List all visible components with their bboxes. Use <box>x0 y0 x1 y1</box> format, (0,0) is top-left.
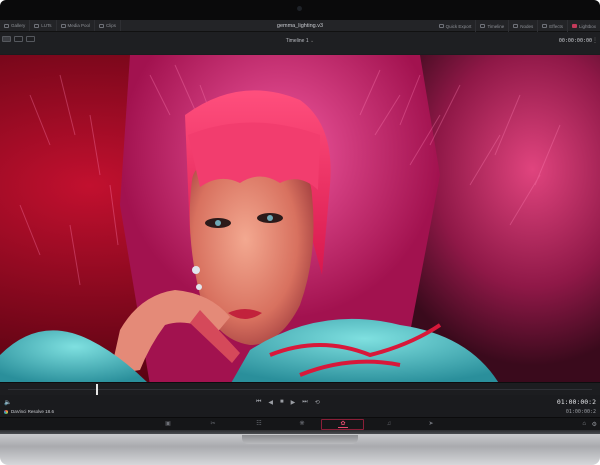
toolbar-quick-export-button[interactable]: Quick Export <box>435 20 477 32</box>
app-name: DaVinci Resolve 18.6 <box>4 409 54 414</box>
gear-icon[interactable]: ⚙ <box>592 421 597 428</box>
edit-page-icon[interactable]: ☷ <box>254 421 264 428</box>
home-icon[interactable]: ⌂ <box>582 421 586 427</box>
toolbar-media-pool-button[interactable]: Media Pool <box>57 20 96 31</box>
toolbar-timeline-label: Timeline <box>487 23 505 29</box>
speaker-icon[interactable]: 🔈 <box>4 399 11 406</box>
fusion-page-icon[interactable]: ❋ <box>297 421 307 428</box>
media-pool-icon <box>60 23 66 28</box>
page-navigation: ▣ ✂ ☷ ❋ ✿ ♫ ➤ ⌂ ⚙ <box>0 417 600 430</box>
chevron-down-icon: ⌄ <box>310 38 315 44</box>
laptop-bezel: Gallery LUTs Media Pool Clips gemma_ligh… <box>0 0 600 432</box>
timeline-selector[interactable]: Timeline 1 ⌄ <box>0 38 600 44</box>
toolbar-effects-button[interactable]: Effects <box>538 20 568 32</box>
viewer-image <box>0 55 600 382</box>
skip-back-icon[interactable]: ⏮ <box>256 399 261 406</box>
more-options-icon[interactable]: ⋮ <box>592 37 598 44</box>
toolbar-right-group: Quick Export Timeline Nodes Effects Ligh… <box>435 20 600 32</box>
app-screen: Gallery LUTs Media Pool Clips gemma_ligh… <box>0 20 600 430</box>
viewer-header: Timeline 1 ⌄ 00:00:00:00 ⋮ <box>0 32 600 54</box>
toolbar-lightbox-button[interactable]: Lightbox <box>568 20 600 32</box>
transport-left: 🔈 <box>4 399 11 406</box>
clips-icon <box>99 23 105 28</box>
fairlight-page-icon[interactable]: ♫ <box>384 421 394 428</box>
skip-forward-icon[interactable]: ⏭ <box>302 399 307 406</box>
nodes-icon <box>513 24 519 28</box>
toolbar-luts-button[interactable]: LUTs <box>30 20 57 31</box>
timeline-name: Timeline 1 <box>285 38 309 44</box>
play-icon[interactable]: ▶ <box>291 399 296 406</box>
toolbar-gallery-label: Gallery <box>11 23 26 28</box>
camera <box>297 6 302 11</box>
cut-page-icon[interactable]: ✂ <box>208 421 218 428</box>
lightbox-icon <box>571 24 577 28</box>
app-name-label: DaVinci Resolve 18.6 <box>11 409 54 414</box>
secondary-timecode: 01:00:00:2 <box>565 409 596 415</box>
transport-controls: 🔈 ⏮ ◀ ■ ▶ ⏭ ⟲ 01:00:00:2 DaVinci Resolve… <box>0 395 600 417</box>
playhead[interactable] <box>96 384 98 395</box>
toolbar-gallery-button[interactable]: Gallery <box>0 20 31 31</box>
timeline-icon <box>480 24 486 28</box>
playback-buttons: ⏮ ◀ ■ ▶ ⏭ ⟲ <box>256 399 320 406</box>
deliver-page-icon[interactable]: ➤ <box>426 421 436 428</box>
export-icon <box>438 24 444 28</box>
toolbar-quick-export-label: Quick Export <box>445 23 472 29</box>
stop-icon[interactable]: ■ <box>280 399 284 406</box>
play-reverse-icon[interactable]: ◀ <box>268 399 273 406</box>
toolbar-lightbox-label: Lightbox <box>578 23 596 29</box>
gallery-icon <box>4 23 9 28</box>
portrait-image <box>0 55 600 382</box>
toolbar-effects-label: Effects <box>549 23 563 29</box>
toolbar-left-group: Gallery LUTs Media Pool Clips <box>0 20 122 31</box>
toolbar-media-pool-label: Media Pool <box>67 23 91 28</box>
resolve-logo-icon <box>4 409 8 414</box>
effects-icon <box>542 24 548 28</box>
viewer-timecode[interactable]: 00:00:00:00 <box>559 38 592 44</box>
media-page-icon[interactable]: ▣ <box>163 421 173 428</box>
loop-icon[interactable]: ⟲ <box>315 399 320 406</box>
toolbar-nodes-label: Nodes <box>520 23 534 29</box>
toolbar-luts-label: LUTs <box>41 23 52 28</box>
toolbar-clips-label: Clips <box>106 23 117 28</box>
color-page-icon[interactable]: ✿ <box>338 421 348 428</box>
timecode-display: 01:00:00:2 <box>556 398 596 406</box>
timeline-scrubber[interactable] <box>0 382 600 395</box>
toolbar-clips-button[interactable]: Clips <box>95 20 122 31</box>
toolbar-nodes-button[interactable]: Nodes <box>509 20 539 32</box>
laptop-notch <box>242 435 358 444</box>
toolbar-timeline-button[interactable]: Timeline <box>476 20 510 32</box>
lut-icon <box>34 23 40 28</box>
top-toolbar: Gallery LUTs Media Pool Clips gemma_ligh… <box>0 20 600 32</box>
